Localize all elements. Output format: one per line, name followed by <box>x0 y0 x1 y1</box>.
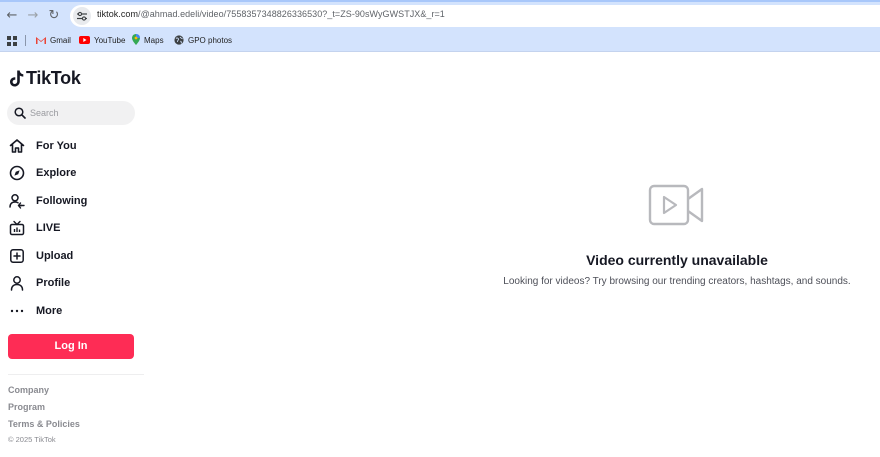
nav-item-upload[interactable]: Upload <box>9 245 144 267</box>
video-unavailable-panel: Video currently unavailable Looking for … <box>470 182 880 287</box>
footer-link-program[interactable]: Program <box>8 402 45 412</box>
nav-item-explore[interactable]: Explore <box>9 162 144 184</box>
footer-link-terms[interactable]: Terms & Policies <box>8 419 80 429</box>
maps-icon <box>132 34 140 47</box>
following-icon <box>9 193 25 209</box>
back-icon[interactable]: ← <box>5 9 19 23</box>
globe-icon <box>174 34 184 47</box>
login-button[interactable]: Log In <box>8 334 134 359</box>
tiktok-page: TikTok For You Explore Following <box>0 52 880 457</box>
reload-icon[interactable]: ↻ <box>47 9 61 23</box>
home-icon <box>9 138 25 154</box>
upload-plus-icon <box>9 248 25 264</box>
profile-icon <box>9 275 25 291</box>
nav-item-following[interactable]: Following <box>9 190 144 212</box>
address-bar[interactable]: tiktok.com/@ahmad.edeli/video/7558357348… <box>70 5 880 27</box>
more-dots-icon <box>9 303 25 319</box>
unavailable-title: Video currently unavailable <box>586 252 768 268</box>
footer-link-company[interactable]: Company <box>8 385 49 395</box>
bookmarks-bar: Gmail YouTube Maps GPO photos <box>0 29 880 52</box>
search-box[interactable] <box>7 101 135 125</box>
url-text[interactable]: tiktok.com/@ahmad.edeli/video/7558357348… <box>97 9 445 19</box>
search-icon <box>14 107 26 119</box>
video-camera-icon <box>648 184 704 226</box>
browser-toolbar: ← → ↻ tiktok.com/@ahmad.edeli/video/7558… <box>0 0 880 29</box>
unavailable-description: Looking for videos? Try browsing our tre… <box>503 276 851 287</box>
logo-wordmark: TikTok <box>26 68 81 88</box>
nav-item-live[interactable]: LIVE <box>9 217 144 239</box>
tiktok-logo[interactable]: TikTok <box>10 68 81 89</box>
gmail-icon <box>36 36 46 46</box>
tiktok-note-icon <box>10 70 24 87</box>
apps-grid-icon[interactable] <box>7 34 17 47</box>
nav-item-for-you[interactable]: For You <box>9 135 144 157</box>
bookmark-gmail[interactable]: Gmail <box>36 34 71 47</box>
search-input[interactable] <box>30 105 130 121</box>
youtube-icon <box>79 35 90 46</box>
sidebar-divider <box>8 374 144 375</box>
live-tv-icon <box>9 220 25 236</box>
nav-item-more[interactable]: More <box>9 300 144 322</box>
nav-item-profile[interactable]: Profile <box>9 272 144 294</box>
forward-icon[interactable]: → <box>26 9 40 23</box>
bookmark-gpo-photos[interactable]: GPO photos <box>174 34 232 47</box>
bookmark-separator <box>25 35 26 46</box>
bookmark-youtube[interactable]: YouTube <box>79 34 125 47</box>
copyright-text: © 2025 TikTok <box>8 435 56 444</box>
bookmark-maps[interactable]: Maps <box>132 34 164 47</box>
site-info-icon[interactable] <box>73 7 91 25</box>
compass-icon <box>9 165 25 181</box>
